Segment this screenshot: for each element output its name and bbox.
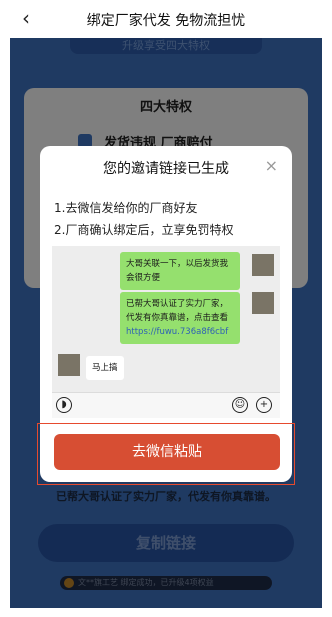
- reply-text: 马上搞: [92, 363, 118, 373]
- top-nav-bar: ‹ 绑定厂家代发 免物流担忧: [0, 0, 332, 38]
- message-text: 已帮大哥认证了实力厂家，代发有你真靠谱，点击查看: [126, 299, 229, 323]
- page-title: 绑定厂家代发 免物流担忧: [86, 13, 246, 29]
- dialog-title: 您的邀请链接已生成: [103, 161, 229, 177]
- chat-input-bar: ◗ ☺ +: [52, 392, 280, 418]
- receiver-avatar: [58, 354, 80, 376]
- chat-bubble-incoming: 马上搞: [86, 356, 124, 380]
- chat-preview: 大哥关联一下，以后发货我会很方便 已帮大哥认证了实力厂家，代发有你真靠谱，点击查…: [52, 246, 280, 418]
- message-text: 大哥关联一下，以后发货我会很方便: [126, 259, 229, 283]
- plus-icon: +: [256, 397, 272, 413]
- close-icon[interactable]: ×: [265, 156, 278, 175]
- step-two: 2.厂商确认绑定后，立享免罚特权: [54, 223, 234, 237]
- chat-bubble-outgoing: 大哥关联一下，以后发货我会很方便: [120, 252, 240, 290]
- voice-icon: ◗: [56, 397, 72, 413]
- message-link[interactable]: https://fuwu.736a8f6cbf: [126, 327, 228, 337]
- step-one: 1.去微信发给你的厂商好友: [54, 201, 198, 215]
- highlight-frame: [37, 423, 295, 485]
- emoji-icon: ☺: [232, 397, 248, 413]
- sender-avatar: [252, 292, 274, 314]
- sender-avatar: [252, 254, 274, 276]
- chat-bubble-outgoing: 已帮大哥认证了实力厂家，代发有你真靠谱，点击查看 https://fuwu.73…: [120, 292, 240, 344]
